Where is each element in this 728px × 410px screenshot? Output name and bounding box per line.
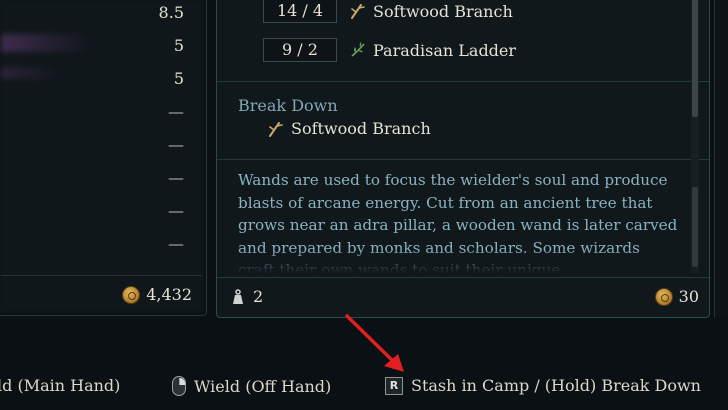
stat-values-list: 8.5 5 5 — — — — — [104, 3, 184, 267]
stat-value: — [168, 201, 184, 220]
breakdown-title: Break Down [238, 96, 338, 115]
coin-icon [654, 287, 673, 306]
ingredient-row: 9 / 2 Paradisan Ladder [263, 38, 516, 62]
hint-label: ld (Main Hand) [0, 376, 121, 395]
price-value: 30 [678, 287, 699, 306]
hint-wield-main-hand[interactable]: ld (Main Hand) [0, 376, 120, 395]
coin-icon [122, 285, 141, 304]
breakdown-item-name: Softwood Branch [291, 119, 431, 138]
scrollbar-thumb[interactable] [692, 0, 698, 117]
right-mouse-icon [172, 376, 186, 396]
gold-amount: 4,432 [146, 285, 192, 304]
item-price: 30 [654, 287, 699, 306]
branch-icon [269, 121, 283, 137]
item-description: Wands are used to focus the wielder's so… [238, 169, 678, 273]
hint-stash-break-down[interactable]: R Stash in Camp / (Hold) Break Down [385, 376, 701, 395]
hint-wield-off-hand[interactable]: Wield (Off Hand) [172, 376, 331, 396]
hint-label: Wield (Off Hand) [194, 376, 332, 396]
herb-icon [351, 42, 365, 57]
breakdown-item: Softwood Branch [267, 119, 431, 138]
description-scrollbar[interactable] [691, 0, 699, 273]
weight-icon [233, 288, 243, 304]
r-key-icon: R [385, 376, 403, 395]
description-fade [238, 249, 678, 273]
character-stats-panel: 8.5 5 5 — — — — — 4,432 [0, 0, 207, 316]
stat-value: — [168, 135, 184, 154]
weight-value: 2 [253, 287, 264, 306]
arrow-annotation-icon [345, 314, 404, 372]
scrollbar-track-segment [692, 187, 698, 267]
ingredient-name: Softwood Branch [373, 1, 513, 21]
row-highlight [1, 67, 61, 79]
panel-edge [714, 0, 728, 318]
ingredient-row: 14 / 4 Softwood Branch [263, 0, 513, 23]
divider [217, 81, 709, 82]
item-tooltip-panel: 14 / 4 Softwood Branch 9 / 2 Paradisan L… [216, 0, 710, 318]
stat-value: 5 [173, 36, 184, 55]
divider [217, 159, 709, 160]
stat-value: 8.5 [158, 3, 184, 22]
control-hints-bar: ld (Main Hand) Wield (Off Hand) R Stash … [0, 370, 728, 400]
branch-icon [351, 4, 365, 19]
ingredient-name-wrap: Softwood Branch [349, 2, 513, 21]
hint-label: Stash in Camp / (Hold) Break Down [411, 376, 701, 395]
ingredient-name-wrap: Paradisan Ladder [349, 41, 516, 60]
ingredient-quantity: 9 / 2 [263, 38, 337, 62]
ingredient-quantity: 14 / 4 [263, 0, 337, 23]
stat-value: — [168, 234, 184, 253]
row-highlight [1, 34, 91, 52]
gold-total: 4,432 [122, 285, 192, 304]
stat-value: 5 [173, 69, 184, 88]
item-footer: 2 30 [217, 277, 709, 317]
ingredient-name: Paradisan Ladder [373, 40, 517, 60]
stat-value: — [168, 102, 184, 121]
item-weight: 2 [229, 287, 263, 306]
left-panel-footer: 4,432 [1, 275, 202, 311]
stat-value: — [168, 168, 184, 187]
